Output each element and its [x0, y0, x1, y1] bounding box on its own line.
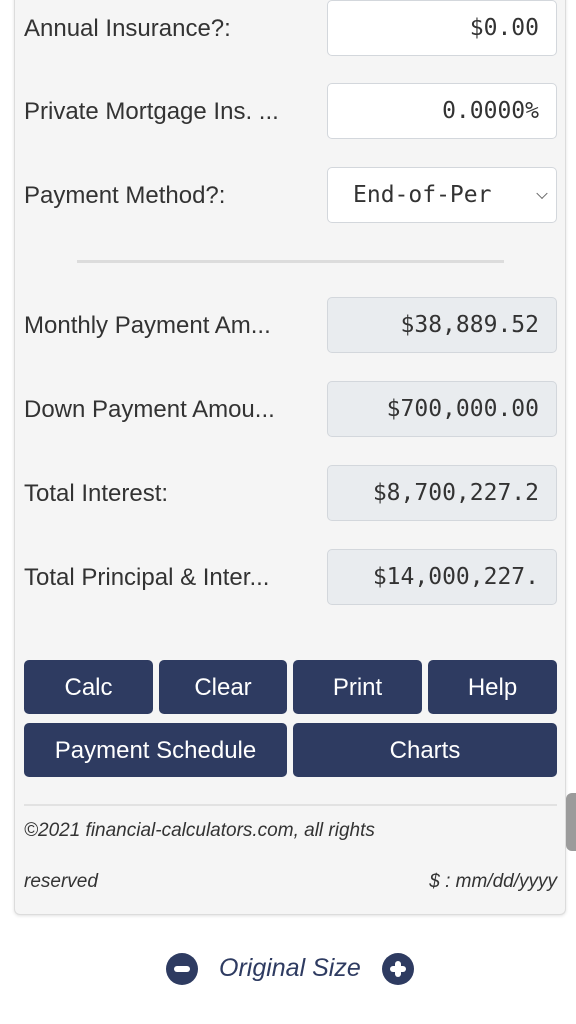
- format-legend: $ : mm/dd/yyyy: [429, 871, 557, 892]
- footer-divider: [24, 804, 557, 806]
- total-principal-interest-row: Total Principal & Inter... $14,000,227.: [24, 549, 558, 607]
- payment-schedule-button[interactable]: Payment Schedule: [24, 723, 287, 777]
- payment-method-row: Payment Method?: End-of-Per: [24, 167, 558, 225]
- chevron-down-icon: [536, 187, 548, 200]
- pmi-label: Private Mortgage Ins. ...: [24, 98, 279, 125]
- zoom-controls: Original Size: [0, 950, 576, 990]
- down-payment-row: Down Payment Amou... $700,000.00: [24, 381, 558, 439]
- monthly-payment-label: Monthly Payment Am...: [24, 312, 271, 339]
- annual-insurance-row: Annual Insurance?: $0.00: [24, 0, 558, 58]
- down-payment-output: $700,000.00: [327, 381, 557, 437]
- calc-button[interactable]: Calc: [24, 660, 153, 714]
- total-interest-output: $8,700,227.2: [327, 465, 557, 521]
- monthly-payment-output: $38,889.52: [327, 297, 557, 353]
- total-interest-label: Total Interest:: [24, 480, 169, 507]
- scrollbar-thumb[interactable]: [566, 793, 576, 851]
- pmi-row: Private Mortgage Ins. ... 0.0000%: [24, 83, 558, 141]
- total-principal-interest-output: $14,000,227.: [327, 549, 557, 605]
- minus-circle-icon[interactable]: [166, 953, 198, 985]
- copyright-line-2: reserved: [24, 871, 98, 892]
- payment-method-select[interactable]: End-of-Per: [327, 167, 557, 223]
- total-principal-interest-label: Total Principal & Inter...: [24, 564, 270, 591]
- help-button[interactable]: Help: [428, 660, 557, 714]
- plus-circle-icon[interactable]: [382, 953, 414, 985]
- annual-insurance-label: Annual Insurance?:: [24, 15, 231, 42]
- original-size-link[interactable]: Original Size: [219, 954, 361, 983]
- copyright-line-1: ©2021 financial-calculators.com, all rig…: [24, 820, 375, 841]
- down-payment-label: Down Payment Amou...: [24, 396, 275, 423]
- charts-button[interactable]: Charts: [293, 723, 557, 777]
- print-button[interactable]: Print: [293, 660, 422, 714]
- total-interest-row: Total Interest: $8,700,227.2: [24, 465, 558, 523]
- clear-button[interactable]: Clear: [159, 660, 287, 714]
- monthly-payment-row: Monthly Payment Am... $38,889.52: [24, 297, 558, 355]
- payment-method-value: End-of-Per: [353, 182, 492, 208]
- section-divider: [77, 260, 504, 263]
- annual-insurance-input[interactable]: $0.00: [327, 0, 557, 56]
- pmi-input[interactable]: 0.0000%: [327, 83, 557, 139]
- payment-method-label: Payment Method?:: [24, 182, 226, 209]
